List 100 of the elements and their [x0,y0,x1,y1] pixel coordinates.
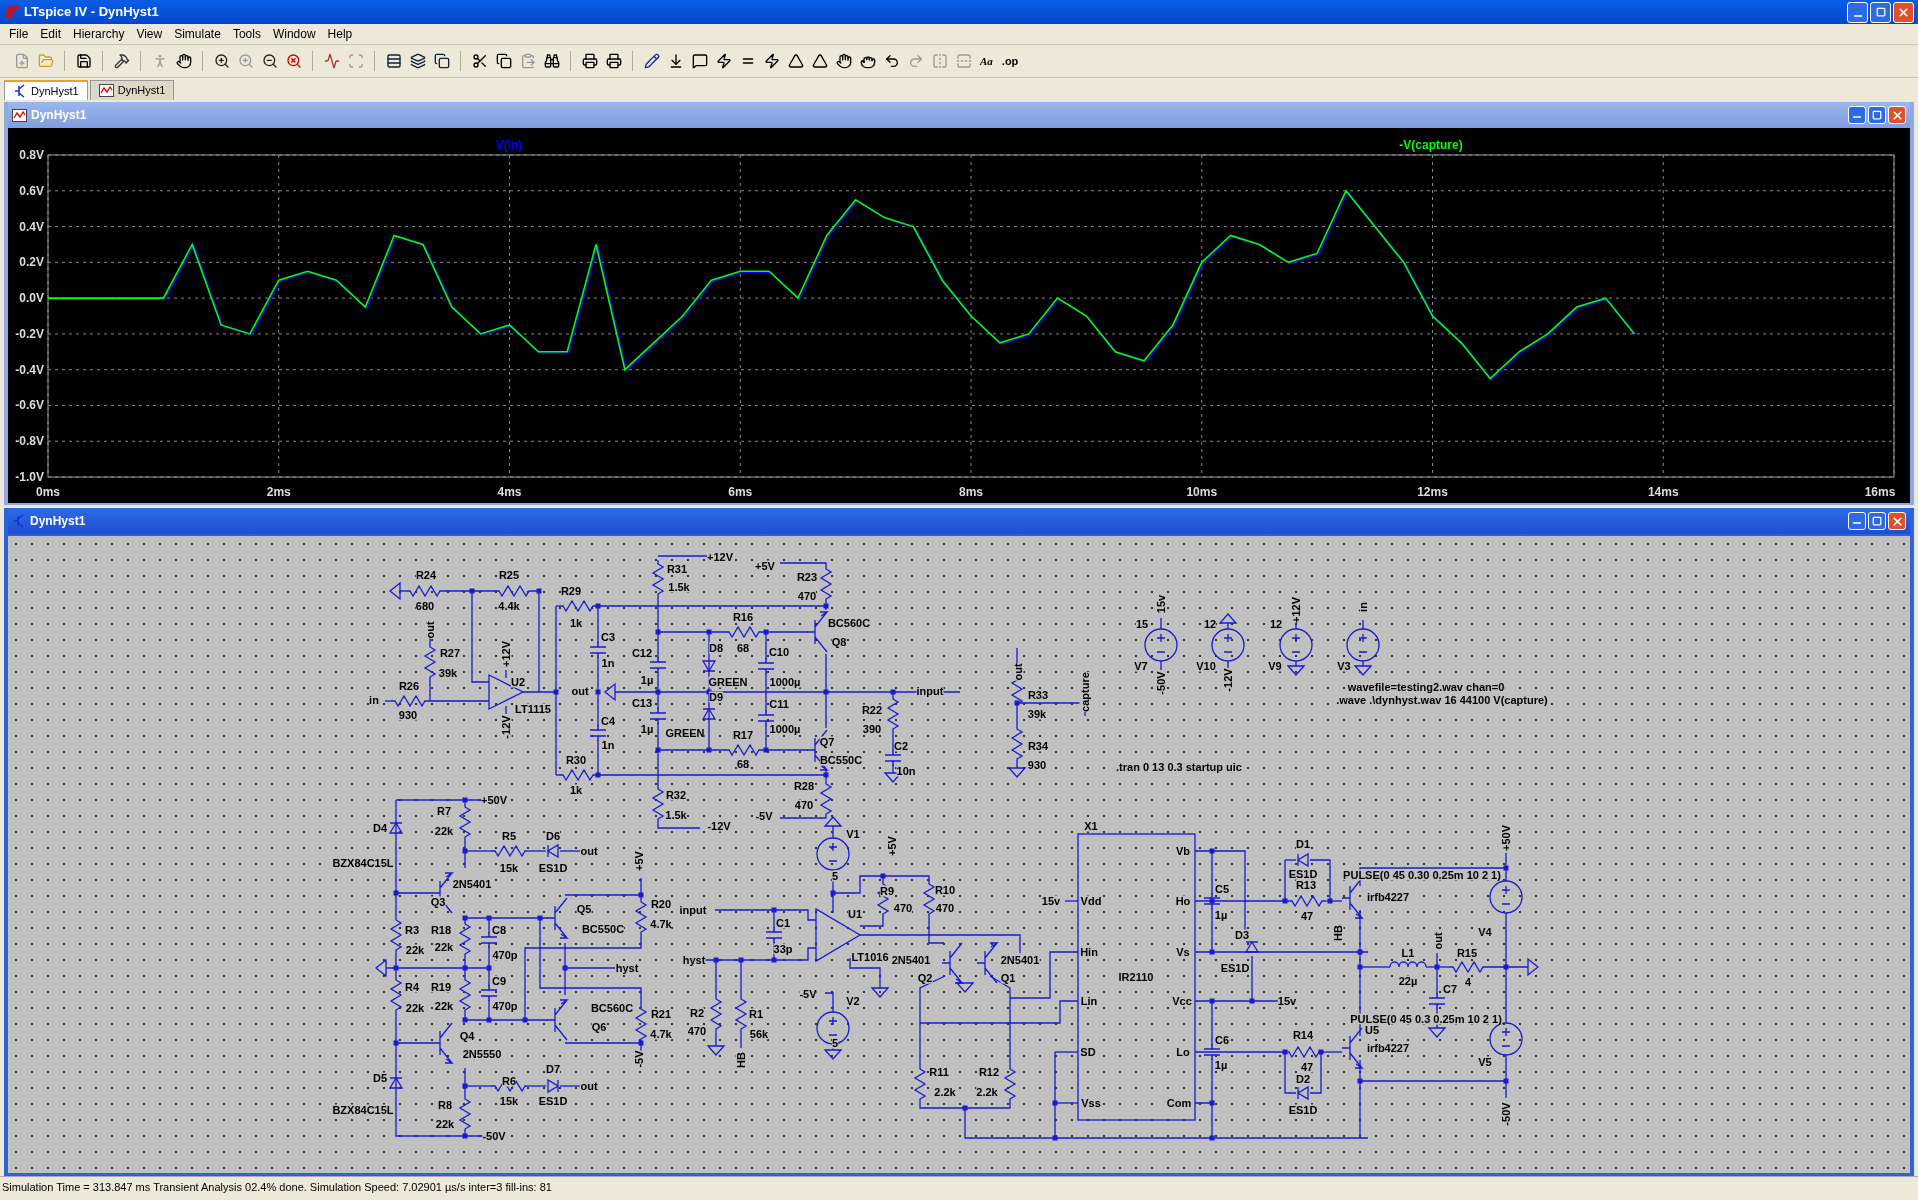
component-label: R9 [879,885,895,897]
component-label: 22k [405,1002,425,1014]
component-label: Q5 [576,903,592,915]
menu-item[interactable]: Tools [227,25,266,43]
component-label: V3 [1337,660,1351,672]
axis-tick-label: 10ms [1186,485,1218,499]
component-label: GREEN [708,676,748,688]
component-label: D1 [1295,838,1311,850]
minimize-button[interactable] [1847,1,1868,23]
waveform-icon[interactable] [322,51,341,71]
component-label: +5V [633,851,645,871]
pencil-icon[interactable] [642,51,661,71]
component-label: R22 [861,704,883,716]
component-label: 1000µ [769,723,801,735]
component-label: hyst [682,954,706,966]
menu-item[interactable]: File [4,25,34,43]
component-label: Lo [1176,1046,1190,1058]
maximize-button[interactable] [1868,106,1886,124]
component-label: out [1432,932,1444,950]
schematic-canvas[interactable] [8,536,1910,1173]
cascade-icon[interactable] [408,51,427,71]
tile-horizontal-icon[interactable] [384,51,403,71]
component-label: -5V [755,810,773,822]
component-label: U2 [510,676,526,688]
component-label: 470 [893,902,913,914]
component-label: Hin [1080,946,1098,958]
find-icon[interactable] [542,51,561,71]
component-label: 2N5401 [452,878,492,890]
minimize-button[interactable] [1848,512,1866,530]
menu-item[interactable]: Hierarchy [68,25,130,43]
document-tab[interactable]: DynHyst1 [89,80,175,100]
component-label: Vcc [1172,995,1192,1007]
component-label: 5 [831,1037,839,1049]
component-label: R33 [1027,689,1049,701]
component-label: Q3 [430,896,446,908]
axis-tick-label: 4ms [497,485,522,499]
component-label: L1 [1401,947,1415,959]
close-button[interactable] [1888,512,1906,530]
component-label: R10 [934,884,956,896]
document-tab[interactable]: DynHyst1 [4,80,88,100]
component-label: -50V [1155,671,1167,695]
menu-item[interactable]: Simulate [169,25,226,43]
component-label: 12 [1203,618,1217,630]
component-label: HB [735,1052,747,1068]
component-label: 39k [1027,708,1047,720]
component-label: 22µ [1398,975,1418,987]
hand-icon[interactable] [174,51,193,71]
close-button[interactable] [1888,106,1906,124]
label-icon[interactable] [690,51,709,71]
component-label: 68 [736,642,750,654]
menu-item[interactable]: Window [267,25,321,43]
minimize-button[interactable] [1848,106,1866,124]
axis-tick-label: -0.8V [15,434,44,449]
hammer-icon[interactable] [112,51,131,71]
menu-item[interactable]: Edit [35,25,67,43]
component-label: D5 [372,1072,388,1084]
component-label: R19 [430,981,452,993]
axis-tick-label: -0.6V [15,398,44,413]
component-label: R17 [732,729,754,741]
component-label: PULSE(0 45 0.30 0.25m 10 2 1) [1343,869,1501,881]
arrange-icon[interactable] [432,51,451,71]
component-label: 1µ [1214,909,1228,921]
save-icon[interactable] [74,51,93,71]
component-label: 15k [499,862,519,874]
component-label: -12V [1222,668,1234,692]
maximize-button[interactable] [1868,512,1886,530]
axis-tick-label: 12ms [1417,485,1448,499]
copy-icon[interactable] [494,51,513,71]
close-button[interactable] [1893,1,1914,23]
component-label: R11 [929,1066,949,1078]
component-label: Vs [1176,946,1190,958]
component-label: +12V [500,641,512,667]
component-label: out [580,845,598,857]
toolbar-text-button[interactable]: .op [999,52,1021,70]
trace-name[interactable]: -V(capture) [1399,138,1463,152]
component-label: 10n [896,765,916,777]
menu-item[interactable]: View [131,25,168,43]
component-label: Q7 [819,736,835,748]
move-icon[interactable] [834,51,853,71]
component-label: C8 [491,924,507,936]
maximize-button[interactable] [1870,1,1891,23]
print-icon[interactable] [604,51,623,71]
component-label: HB [1332,925,1344,941]
axis-tick-label: -0.2V [15,326,44,341]
component-label: 15v [1155,594,1167,614]
cut-icon[interactable] [470,51,489,71]
component-label: D4 [372,822,388,834]
menu-item[interactable]: Help [322,25,358,43]
component-label: Q6 [591,1021,607,1033]
component-label: 22k [434,1000,454,1012]
component-label: -50V [1500,1102,1512,1126]
component-label: C12 [631,647,653,659]
component-label: 1.5k [668,581,690,593]
component-label: 68 [736,758,750,770]
print-setup-icon[interactable] [580,51,599,71]
component-label: 4.7k [650,918,672,930]
toolbar-text-button[interactable]: Aa [978,52,995,70]
component-label: 470p [492,949,518,961]
component-label: out [571,685,589,697]
axis-tick-label: 8ms [959,485,983,499]
